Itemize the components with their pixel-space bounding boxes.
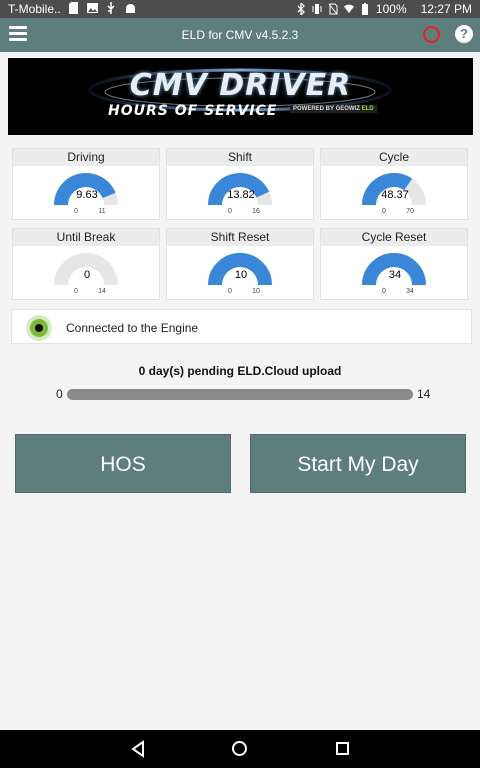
- recent-apps-icon[interactable]: [336, 742, 349, 755]
- battery-icon: [361, 3, 368, 15]
- gauge-max: 14: [98, 288, 106, 295]
- gauge-label: Shift Reset: [167, 229, 313, 246]
- start-my-day-button[interactable]: Start My Day: [250, 434, 466, 493]
- app-banner-logo: CMV DRIVER HOURS OF SERVICE POWERED BY G…: [8, 58, 473, 135]
- powered-by-brand: ELD: [361, 106, 374, 112]
- carrier-name: T-Mobile..: [8, 2, 61, 16]
- gauge-cycle: Cycle 48.37 0 70: [320, 148, 468, 220]
- battery-level: 100%: [375, 2, 407, 16]
- gauge-max: 16: [252, 208, 260, 215]
- gauge-value: 10: [234, 269, 248, 281]
- image-icon: [87, 3, 98, 13]
- upload-progress-bar: [67, 389, 413, 400]
- system-icons: 100% 12:27 PM: [296, 2, 472, 16]
- help-icon[interactable]: ?: [455, 25, 473, 43]
- gauge-max: 10: [252, 288, 260, 295]
- engine-status-text: Connected to the Engine: [66, 321, 199, 335]
- gauge-min: 0: [382, 288, 386, 295]
- gauge-label: Cycle Reset: [321, 229, 467, 246]
- gauge-shift: Shift 13.82 0 16: [166, 148, 314, 220]
- clock: 12:27 PM: [420, 2, 472, 16]
- record-indicator-icon[interactable]: [423, 26, 440, 43]
- app-title: ELD for CMV v4.5.2.3: [181, 28, 299, 42]
- gauge-min: 0: [74, 288, 78, 295]
- engine-connection-row[interactable]: Connected to the Engine: [11, 309, 472, 344]
- gauge-label: Shift: [167, 149, 313, 166]
- gauge-max: 34: [406, 288, 414, 295]
- engine-status-icon: [26, 315, 52, 341]
- app-bar: ELD for CMV v4.5.2.3 ?: [0, 18, 480, 52]
- gauge-max: 11: [98, 208, 106, 215]
- sd-card-icon: [69, 2, 78, 14]
- gauge-label: Driving: [13, 149, 159, 166]
- gauge-until-break: Until Break 0 0 14: [12, 228, 160, 300]
- banner-subtitle: HOURS OF SERVICE: [108, 103, 278, 119]
- status-bar: T-Mobile.. 100% 12:27 PM: [0, 0, 480, 18]
- gauge-max: 70: [406, 208, 414, 215]
- powered-by-text: POWERED BY GEOWIZ: [293, 106, 360, 112]
- upload-progress-min: 0: [56, 387, 63, 401]
- bluetooth-icon: [297, 3, 305, 15]
- gauge-value: 13.82: [227, 189, 255, 201]
- no-sim-icon: [328, 3, 338, 15]
- notification-icons: [68, 2, 136, 14]
- back-icon[interactable]: [130, 740, 146, 758]
- banner-powered-by: POWERED BY GEOWIZ ELD: [290, 105, 377, 113]
- gauge-value: 48.37: [381, 189, 409, 201]
- banner-title: CMV DRIVER: [129, 68, 352, 103]
- gauge-value: 0: [83, 269, 91, 281]
- gauge-value: 34: [388, 269, 402, 281]
- home-icon[interactable]: [232, 741, 247, 756]
- gauge-min: 0: [382, 208, 386, 215]
- gauge-min: 0: [228, 288, 232, 295]
- gauge-min: 0: [228, 208, 232, 215]
- gauge-label: Cycle: [321, 149, 467, 166]
- gauge-value: 9.63: [76, 189, 98, 201]
- gauge-shift-reset: Shift Reset 10 0 10: [166, 228, 314, 300]
- android-icon: [126, 4, 135, 13]
- upload-progress-max: 14: [417, 387, 431, 401]
- pending-upload-text: 0 day(s) pending ELD.Cloud upload: [138, 364, 342, 378]
- vibrate-icon: [312, 4, 322, 14]
- gauge-cycle-reset: Cycle Reset 34 0 34: [320, 228, 468, 300]
- gauge-driving: Driving 9.63 0 11: [12, 148, 160, 220]
- hos-button[interactable]: HOS: [15, 434, 231, 493]
- wifi-icon: [343, 4, 354, 14]
- gauge-min: 0: [74, 208, 78, 215]
- usb-icon: [107, 2, 115, 14]
- system-nav-bar: [0, 730, 480, 768]
- gauge-label: Until Break: [13, 229, 159, 246]
